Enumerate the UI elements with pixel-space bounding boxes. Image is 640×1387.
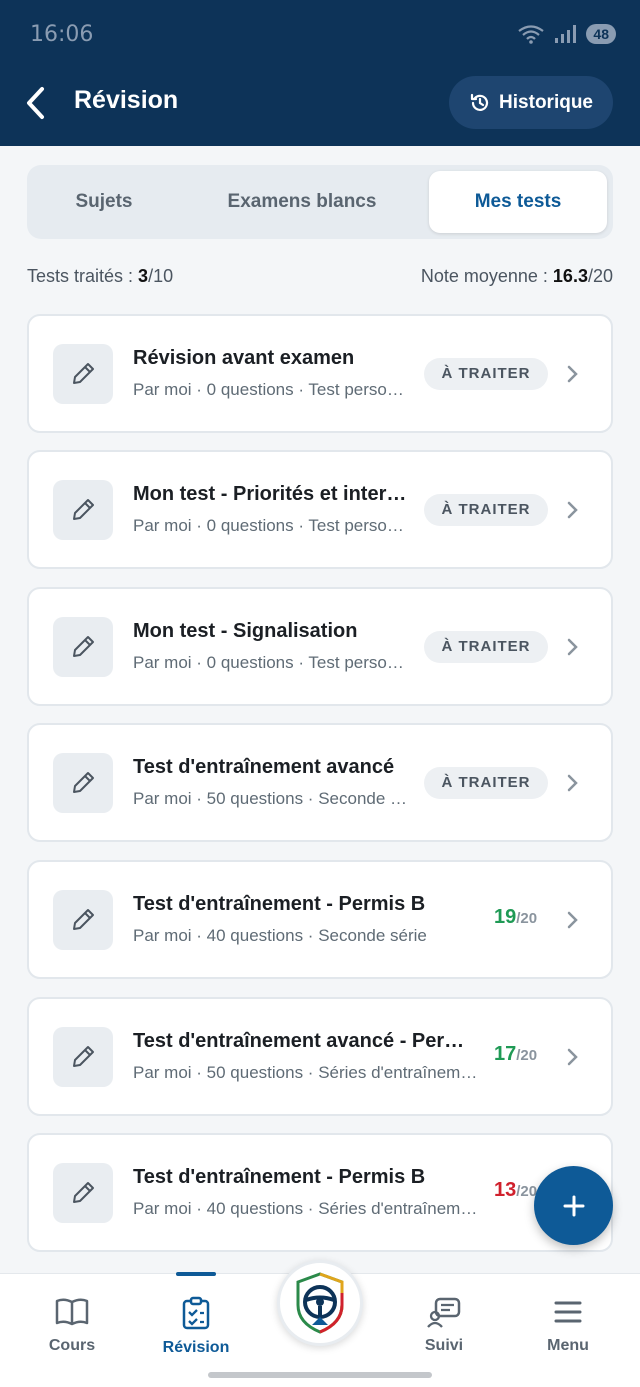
pencil-icon — [53, 1027, 113, 1087]
battery-indicator: 48 — [586, 24, 616, 44]
tab-mes-tests[interactable]: Mes tests — [429, 171, 607, 233]
pencil-icon — [53, 753, 113, 813]
nav-label: Cours — [48, 1337, 96, 1354]
score-denominator: /20 — [516, 1047, 538, 1064]
test-subtitle: Par moi · 50 questions · Seconde série — [133, 789, 409, 808]
test-card[interactable]: Mon test - Signalisation Par moi · 0 que… — [27, 587, 613, 706]
history-icon — [470, 93, 489, 111]
nav-label: Révision — [162, 1339, 230, 1356]
book-icon — [55, 1298, 89, 1326]
bottom-nav: Cours Révision Suivi Menu — [0, 1260, 640, 1387]
nav-item-menu[interactable]: Menu — [518, 1296, 618, 1355]
steering-wheel-button[interactable] — [277, 1260, 363, 1346]
history-button[interactable]: Historique — [449, 76, 613, 129]
segment-tabs: Sujets Examens blancs Mes tests — [27, 165, 613, 239]
nav-item-revision[interactable]: Révision — [146, 1296, 246, 1357]
chevron-left-icon — [27, 87, 44, 119]
status-badge: À TRAITER — [424, 358, 548, 390]
back-button[interactable] — [22, 86, 52, 120]
nav-item-cours[interactable]: Cours — [22, 1296, 122, 1355]
tab-sujets[interactable]: Sujets — [33, 171, 175, 233]
score-value: 17 — [494, 1043, 517, 1065]
test-title: Révision avant examen — [133, 347, 355, 369]
test-subtitle: Par moi · 0 questions · Test personnalis… — [133, 516, 409, 535]
chevron-right-icon — [567, 501, 578, 519]
pencil-icon — [53, 617, 113, 677]
test-card[interactable]: Mon test - Priorités et intersections Pa… — [27, 450, 613, 569]
score-value: 13 — [494, 1179, 517, 1201]
status-badge: À TRAITER — [424, 631, 548, 663]
chevron-right-icon — [567, 365, 578, 383]
test-card[interactable]: Test d'entraînement avancé - Permis B Pa… — [27, 997, 613, 1116]
test-card[interactable]: Révision avant examen Par moi · 0 questi… — [27, 314, 613, 433]
plus-icon — [563, 1195, 584, 1216]
test-card[interactable]: Test d'entraînement - Permis B Par moi ·… — [27, 1133, 613, 1252]
signal-icon — [555, 25, 577, 43]
score-value: 19 — [494, 906, 517, 928]
tests-done-value: 3 — [138, 266, 149, 286]
test-subtitle: Par moi · 0 questions · Test personnalis… — [133, 653, 409, 672]
test-score: 19/20 — [494, 906, 537, 929]
chevron-right-icon — [567, 1048, 578, 1066]
wifi-icon — [518, 25, 545, 44]
chevron-right-icon — [567, 911, 578, 929]
test-title: Test d'entraînement avancé - Permis B — [133, 1030, 481, 1052]
app-header: 16:06 48 Révision Historique — [0, 0, 640, 146]
page-title: Révision — [74, 86, 179, 114]
test-subtitle: Par moi · 40 questions · Seconde série — [133, 926, 427, 945]
pencil-icon — [53, 344, 113, 404]
tab-examens-blancs[interactable]: Examens blancs — [177, 171, 427, 233]
nav-row: Révision Historique — [0, 72, 640, 132]
nav-label: Suivi — [424, 1337, 464, 1354]
average-score-value: 16.3 — [552, 266, 588, 286]
pencil-icon — [53, 480, 113, 540]
status-badge: À TRAITER — [424, 767, 548, 799]
status-badge: À TRAITER — [424, 494, 548, 526]
test-title: Mon test - Priorités et intersections — [133, 483, 409, 505]
checklist-icon — [182, 1296, 210, 1330]
active-tab-indicator — [176, 1272, 216, 1276]
test-score: 17/20 — [494, 1043, 537, 1066]
nav-label: Menu — [547, 1337, 589, 1354]
test-card[interactable]: Test d'entraînement avancé Par moi · 50 … — [27, 723, 613, 842]
status-time: 16:06 — [30, 21, 94, 47]
chevron-right-icon — [567, 774, 578, 792]
menu-icon — [554, 1301, 582, 1323]
test-title: Test d'entraînement - Permis B — [133, 1166, 426, 1188]
stats-row: Tests traités : 3/10 Note moyenne : 16.3… — [27, 266, 613, 294]
test-card[interactable]: Test d'entraînement - Permis B Par moi ·… — [27, 860, 613, 979]
test-title: Test d'entraînement - Permis B — [133, 893, 426, 915]
add-test-button[interactable] — [534, 1166, 613, 1245]
test-subtitle: Par moi · 0 questions · Test personnalis… — [133, 380, 409, 399]
test-title: Mon test - Signalisation — [133, 620, 358, 642]
test-subtitle: Par moi · 40 questions · Séries d'entraî… — [133, 1199, 481, 1218]
chevron-right-icon — [567, 638, 578, 656]
test-score: 13/20 — [494, 1179, 537, 1202]
status-bar: 16:06 48 — [30, 18, 616, 50]
average-score-stat: Note moyenne : 16.3/20 — [420, 266, 613, 286]
nav-item-suivi[interactable]: Suivi — [394, 1296, 494, 1355]
test-subtitle: Par moi · 50 questions · Séries d'entraî… — [133, 1063, 481, 1082]
home-indicator — [208, 1372, 432, 1378]
pencil-icon — [53, 1163, 113, 1223]
steering-wheel-icon — [296, 1272, 344, 1334]
test-title: Test d'entraînement avancé — [133, 756, 395, 778]
tests-done-stat: Tests traités : 3/10 — [27, 266, 174, 286]
history-label: Historique — [499, 91, 593, 113]
status-icons: 48 — [518, 24, 616, 44]
chat-progress-icon — [427, 1297, 461, 1328]
pencil-icon — [53, 890, 113, 950]
score-denominator: /20 — [516, 910, 538, 927]
